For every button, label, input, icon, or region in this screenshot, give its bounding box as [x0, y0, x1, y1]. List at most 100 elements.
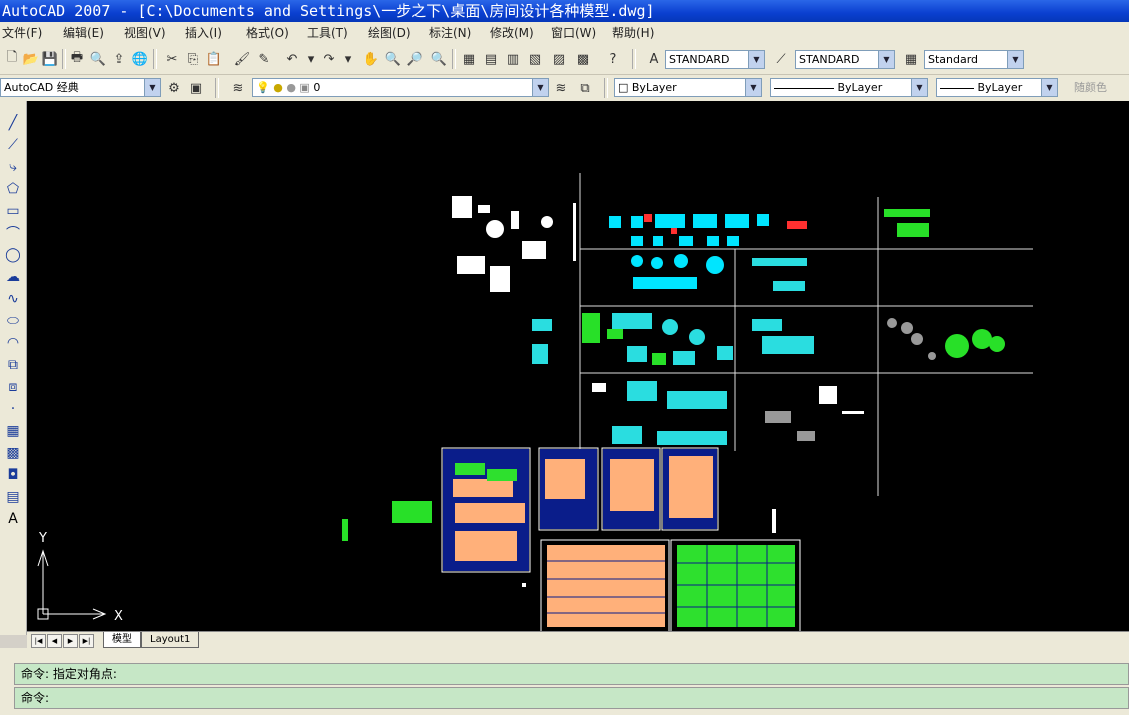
menu-help[interactable]: 帮助(H): [612, 22, 654, 44]
ucs-y-label: Y: [38, 531, 47, 546]
tool-palettes-icon[interactable]: ▥: [504, 50, 522, 68]
chevron-down-icon[interactable]: ▼: [1041, 79, 1057, 96]
last-tab-icon[interactable]: ▶|: [79, 634, 94, 648]
menu-view[interactable]: 视图(V): [124, 22, 166, 44]
match-properties-icon[interactable]: 🖌: [233, 50, 251, 68]
construction-line-icon[interactable]: ⟋: [3, 135, 23, 155]
chevron-down-icon[interactable]: ▼: [532, 79, 548, 96]
ellipse-arc-icon[interactable]: ◠: [3, 333, 23, 353]
next-tab-icon[interactable]: ▶: [63, 634, 78, 648]
dimension-style-icon[interactable]: ⟋: [772, 50, 790, 68]
revision-cloud-icon[interactable]: ☁: [3, 267, 23, 287]
chevron-down-icon[interactable]: ▼: [745, 79, 761, 96]
redo-dropdown-icon[interactable]: ▾: [339, 50, 357, 68]
publish-icon[interactable]: ⇪: [110, 50, 128, 68]
drawing-area[interactable]: Y X: [27, 101, 1129, 631]
new-file-icon[interactable]: 🗋: [3, 50, 21, 68]
lineweight-select[interactable]: ByLayer ▼: [936, 78, 1058, 97]
chevron-down-icon[interactable]: ▼: [748, 51, 764, 68]
lineweight-preview: [940, 87, 974, 89]
paste-icon[interactable]: 📋: [205, 50, 223, 68]
point-icon[interactable]: ·: [3, 399, 23, 419]
layer-previous-icon[interactable]: ⧉: [576, 79, 594, 97]
layer-select[interactable]: 💡 ● ● ▣ 0 ▼: [252, 78, 549, 97]
drawing-canvas[interactable]: Y X: [27, 101, 1129, 631]
furniture-plan-block: [452, 196, 576, 292]
menu-window[interactable]: 窗口(W): [551, 22, 596, 44]
make-block-icon[interactable]: ⧈: [3, 377, 23, 397]
circle-icon[interactable]: ◯: [3, 245, 23, 265]
workspace-settings-icon[interactable]: ⚙: [165, 79, 183, 97]
menu-draw[interactable]: 绘图(D): [368, 22, 411, 44]
dimension-style-select[interactable]: STANDARD ▼: [795, 50, 895, 69]
table-icon[interactable]: ▤: [3, 487, 23, 507]
print-icon[interactable]: 🖶: [68, 50, 86, 68]
workspace-value: AutoCAD 经典: [4, 81, 79, 94]
workspace-select[interactable]: AutoCAD 经典 ▼: [0, 78, 161, 97]
chevron-down-icon[interactable]: ▼: [1007, 51, 1023, 68]
zoom-previous-icon[interactable]: 🔍: [430, 50, 448, 68]
cut-icon[interactable]: ✂: [163, 50, 181, 68]
chevron-down-icon[interactable]: ▼: [878, 51, 894, 68]
text-style-icon[interactable]: A: [645, 50, 663, 68]
ellipse-icon[interactable]: ⬭: [3, 311, 23, 331]
region-icon[interactable]: ◘: [3, 465, 23, 485]
menu-file[interactable]: 文件(F): [2, 22, 42, 44]
line-icon[interactable]: ╱: [3, 113, 23, 133]
help-icon[interactable]: ?: [604, 50, 622, 68]
command-input[interactable]: 命令:: [14, 687, 1129, 709]
sheet-set-icon[interactable]: ▧: [526, 50, 544, 68]
make-layer-current-icon[interactable]: ≋: [552, 79, 570, 97]
block-editor-icon[interactable]: ✎: [255, 50, 273, 68]
menu-tools[interactable]: 工具(T): [307, 22, 348, 44]
plotstyle-select: 随颜色: [1074, 81, 1107, 94]
layout-tab-bar: |◀ ◀ ▶ ▶| 模型 Layout1: [27, 631, 1129, 649]
prev-tab-icon[interactable]: ◀: [47, 634, 62, 648]
arc-icon[interactable]: ⌒: [3, 223, 23, 243]
menu-insert[interactable]: 插入(I): [185, 22, 222, 44]
dimension-style-value: STANDARD: [799, 53, 860, 66]
rectangle-icon[interactable]: ▭: [3, 201, 23, 221]
command-window: 命令: 指定对角点: 命令:: [0, 648, 1129, 715]
menu-format[interactable]: 格式(O): [246, 22, 289, 44]
chevron-down-icon[interactable]: ▼: [911, 79, 927, 96]
insert-block-icon[interactable]: ⧉: [3, 355, 23, 375]
chevron-down-icon[interactable]: ▼: [144, 79, 160, 96]
properties-icon[interactable]: ▦: [460, 50, 478, 68]
layer-manager-icon[interactable]: ≋: [229, 79, 247, 97]
redo-icon[interactable]: ↷: [320, 50, 338, 68]
publish-web-icon[interactable]: 🌐: [131, 50, 149, 68]
save-icon[interactable]: 💾: [41, 50, 59, 68]
open-file-icon[interactable]: 📂: [22, 50, 40, 68]
polygon-icon[interactable]: ⬠: [3, 179, 23, 199]
table-style-select[interactable]: Standard ▼: [924, 50, 1024, 69]
calculator-icon[interactable]: ▩: [574, 50, 592, 68]
menu-dimension[interactable]: 标注(N): [429, 22, 471, 44]
text-style-select[interactable]: STANDARD ▼: [665, 50, 765, 69]
markup-icon[interactable]: ▨: [550, 50, 568, 68]
standard-toolbar: 🗋 📂 💾 🖶 🔍 ⇪ 🌐 ✂ ⎘ 📋 🖌 ✎ ↶ ▾ ↷ ▾ ✋ 🔍 🔎 🔍 …: [0, 44, 1129, 75]
gradient-icon[interactable]: ▩: [3, 443, 23, 463]
design-center-icon[interactable]: ▤: [482, 50, 500, 68]
tab-layout1[interactable]: Layout1: [141, 632, 200, 648]
first-tab-icon[interactable]: |◀: [31, 634, 46, 648]
color-select[interactable]: □ ByLayer ▼: [614, 78, 762, 97]
table-style-icon[interactable]: ▦: [902, 50, 920, 68]
pan-icon[interactable]: ✋: [362, 50, 380, 68]
linetype-select[interactable]: ByLayer ▼: [770, 78, 928, 97]
zoom-window-icon[interactable]: 🔎: [406, 50, 424, 68]
tab-model[interactable]: 模型: [103, 632, 141, 648]
menu-edit[interactable]: 编辑(E): [63, 22, 104, 44]
hatch-icon[interactable]: ▦: [3, 421, 23, 441]
zoom-realtime-icon[interactable]: 🔍: [384, 50, 402, 68]
colored-symbols-top: [609, 214, 769, 289]
spline-icon[interactable]: ∿: [3, 289, 23, 309]
menu-modify[interactable]: 修改(M): [490, 22, 534, 44]
copy-icon[interactable]: ⎘: [184, 50, 202, 68]
multiline-text-icon[interactable]: A: [3, 509, 23, 529]
workspace-save-icon[interactable]: ▣: [187, 79, 205, 97]
undo-dropdown-icon[interactable]: ▾: [302, 50, 320, 68]
undo-icon[interactable]: ↶: [283, 50, 301, 68]
polyline-icon[interactable]: ⤷: [3, 157, 23, 177]
plot-preview-icon[interactable]: 🔍: [89, 50, 107, 68]
